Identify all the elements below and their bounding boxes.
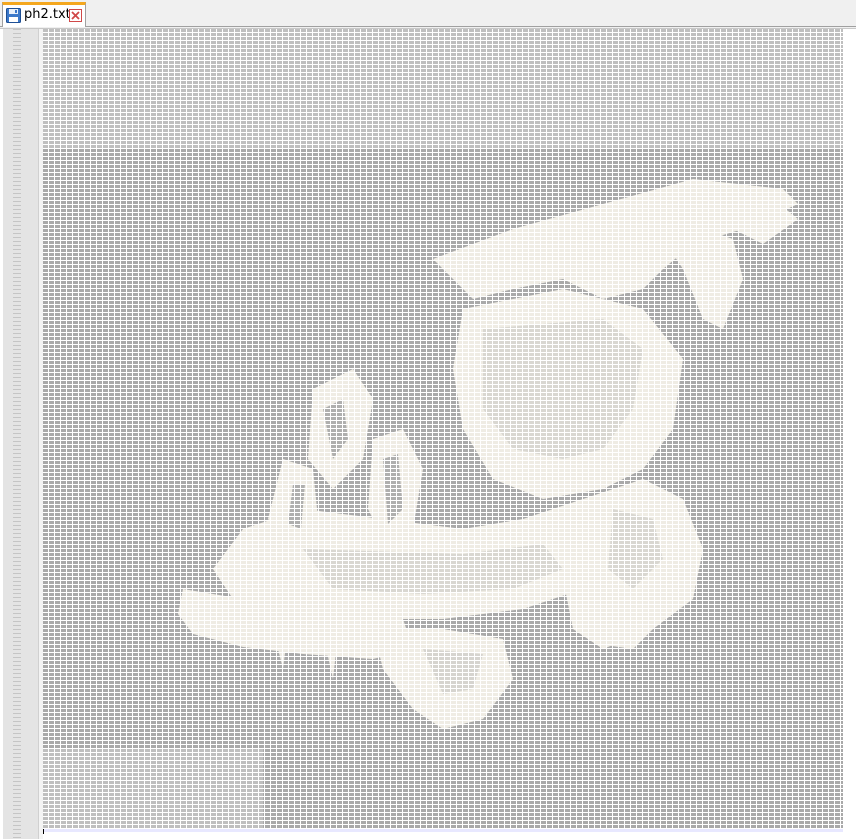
current-line-highlight xyxy=(43,829,843,832)
tab-ph2-txt[interactable]: ph2.txt xyxy=(2,2,86,27)
notepad-plus-plus-window: ph2.txt xyxy=(0,0,856,839)
text-content-area[interactable] xyxy=(43,29,843,829)
ascii-art-dragon-skull xyxy=(43,29,843,829)
line-number-gutter xyxy=(3,29,39,839)
text-caret xyxy=(43,829,44,834)
line-numbers xyxy=(13,29,21,839)
editor-pane[interactable] xyxy=(0,28,856,839)
close-icon[interactable] xyxy=(69,9,82,22)
tab-bar: ph2.txt xyxy=(0,0,856,27)
tab-label: ph2.txt xyxy=(24,7,71,22)
floppy-disk-icon xyxy=(6,8,21,23)
